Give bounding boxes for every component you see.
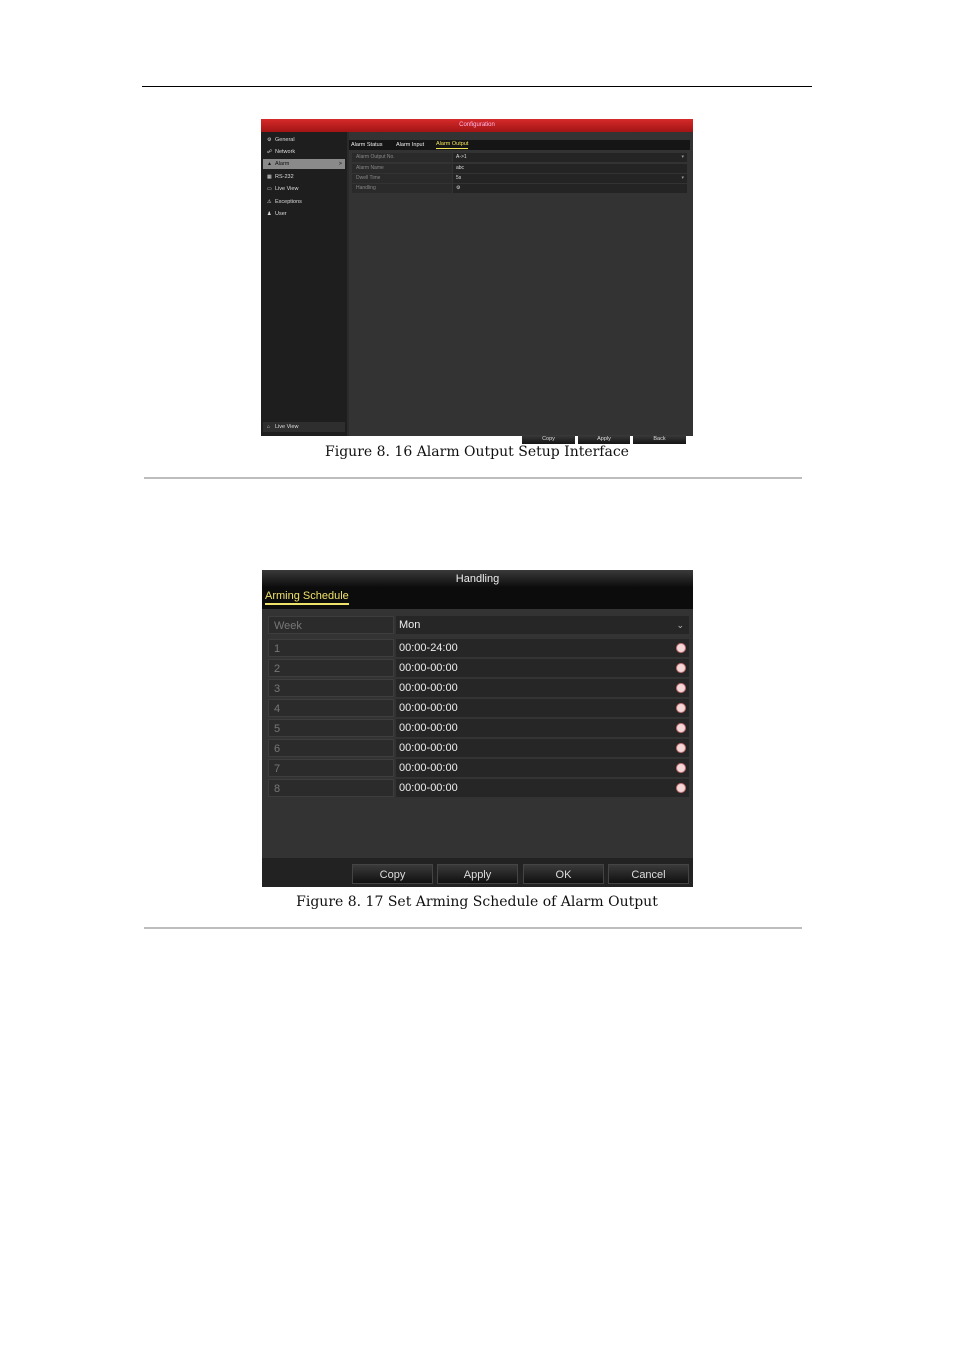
- clock-icon[interactable]: [676, 663, 686, 673]
- period-time-field[interactable]: 00:00-00:00: [396, 659, 689, 677]
- chevron-down-icon: ▾: [681, 154, 684, 160]
- clock-icon[interactable]: [676, 743, 686, 753]
- clock-icon[interactable]: [676, 723, 686, 733]
- figure-caption-1: Figure 8. 16 Alarm Output Setup Interfac…: [325, 444, 629, 460]
- tab-alarm-status[interactable]: Alarm Status: [351, 140, 382, 150]
- period-number: 4: [268, 699, 394, 717]
- period-time-field[interactable]: 00:00-00:00: [396, 759, 689, 777]
- period-time-field[interactable]: 00:00-00:00: [396, 699, 689, 717]
- period-time-field[interactable]: 00:00-00:00: [396, 739, 689, 757]
- tab-arming-schedule[interactable]: Arming Schedule: [265, 590, 349, 605]
- alarm-name-row: Alarm Name abc: [352, 164, 687, 173]
- sidebar-item-network[interactable]: ☍ Network: [263, 147, 345, 157]
- period-number: 3: [268, 679, 394, 697]
- dwell-time-row: Dwell Time 5s ▾: [352, 174, 687, 183]
- alarm-output-no-row: Alarm Output No. A->1 ▾: [352, 153, 687, 162]
- handling-settings-icon[interactable]: ⚙: [453, 184, 687, 193]
- home-icon: ⌂: [267, 424, 271, 430]
- period-row: 5 00:00-00:00: [268, 719, 689, 737]
- back-button[interactable]: Back: [633, 435, 686, 444]
- period-row: 3 00:00-00:00: [268, 679, 689, 697]
- period-time-field[interactable]: 00:00-00:00: [396, 719, 689, 737]
- divider: [144, 477, 802, 479]
- dwell-time-select[interactable]: 5s ▾: [453, 174, 687, 183]
- week-select[interactable]: Mon ⌄: [396, 616, 689, 634]
- period-time-field[interactable]: 00:00-24:00: [396, 639, 689, 657]
- chevron-down-icon: ▾: [681, 175, 684, 181]
- period-row: 2 00:00-00:00: [268, 659, 689, 677]
- gear-icon: ⚙: [267, 137, 272, 143]
- period-row: 7 00:00-00:00: [268, 759, 689, 777]
- chevron-right-icon: >: [338, 161, 342, 167]
- alarm-name-input[interactable]: abc: [453, 164, 687, 173]
- period-number: 7: [268, 759, 394, 777]
- sidebar: ⚙ General ☍ Network ▲ Alarm > ▦ RS-232 ▭ Live …: [261, 132, 347, 436]
- divider: [144, 927, 802, 929]
- period-row: 8 00:00-00:00: [268, 779, 689, 797]
- period-number: 2: [268, 659, 394, 677]
- apply-button[interactable]: Apply: [437, 864, 518, 884]
- period-number: 5: [268, 719, 394, 737]
- clock-icon[interactable]: [676, 703, 686, 713]
- clock-icon[interactable]: [676, 783, 686, 793]
- live-view-button[interactable]: ⌂ Live View: [263, 422, 345, 432]
- copy-button[interactable]: Copy: [352, 864, 433, 884]
- sidebar-item-live-view[interactable]: ▭ Live View: [263, 184, 345, 194]
- alarm-output-setup-screenshot: Configuration ⚙ General ☍ Network ▲ Alarm > …: [261, 119, 693, 444]
- rs232-icon: ▦: [267, 174, 272, 180]
- cancel-button[interactable]: Cancel: [608, 864, 689, 884]
- tab-alarm-input[interactable]: Alarm Input: [396, 140, 424, 150]
- sidebar-item-user[interactable]: ♟ User: [263, 209, 345, 219]
- period-row: 6 00:00-00:00: [268, 739, 689, 757]
- tab-bar: Arming Schedule: [262, 588, 693, 609]
- period-row: 1 00:00-24:00: [268, 639, 689, 657]
- user-icon: ♟: [267, 211, 272, 217]
- chevron-down-icon: ⌄: [676, 620, 684, 630]
- sidebar-item-exceptions[interactable]: ⚠ Exceptions: [263, 197, 345, 207]
- apply-button[interactable]: Apply: [578, 435, 630, 444]
- period-row: 4 00:00-00:00: [268, 699, 689, 717]
- period-number: 6: [268, 739, 394, 757]
- button-bar: Copy Apply OK Cancel: [262, 858, 693, 887]
- ok-button[interactable]: OK: [523, 864, 604, 884]
- arming-schedule-screenshot: Handling Arming Schedule Week Mon ⌄ 1 00:00…: [262, 570, 693, 887]
- period-time-field[interactable]: 00:00-00:00: [396, 779, 689, 797]
- dialog-title: Handling: [262, 570, 693, 588]
- period-time-field[interactable]: 00:00-00:00: [396, 679, 689, 697]
- handling-row: Handling ⚙: [352, 184, 687, 193]
- tab-bar: Alarm Status Alarm Input Alarm Output: [349, 140, 690, 150]
- alarm-icon: ▲: [267, 161, 272, 167]
- figure-caption-2: Figure 8. 17 Set Arming Schedule of Alar…: [296, 894, 658, 910]
- period-number: 8: [268, 779, 394, 797]
- period-number: 1: [268, 639, 394, 657]
- sidebar-item-rs232[interactable]: ▦ RS-232: [263, 172, 345, 182]
- copy-button[interactable]: Copy: [522, 435, 575, 444]
- live-view-icon: ▭: [267, 186, 272, 192]
- warning-icon: ⚠: [267, 199, 272, 205]
- clock-icon[interactable]: [676, 763, 686, 773]
- week-row: Week Mon ⌄: [268, 616, 689, 634]
- window-title: Configuration: [261, 119, 693, 132]
- header-rule: [142, 86, 812, 87]
- network-icon: ☍: [267, 149, 273, 155]
- main-panel: Alarm Status Alarm Input Alarm Output Al…: [349, 132, 693, 444]
- clock-icon[interactable]: [676, 643, 686, 653]
- alarm-output-no-select[interactable]: A->1 ▾: [453, 153, 687, 162]
- sidebar-item-alarm[interactable]: ▲ Alarm >: [263, 159, 345, 169]
- clock-icon[interactable]: [676, 683, 686, 693]
- tab-alarm-output[interactable]: Alarm Output: [436, 140, 469, 149]
- sidebar-item-general[interactable]: ⚙ General: [263, 135, 345, 145]
